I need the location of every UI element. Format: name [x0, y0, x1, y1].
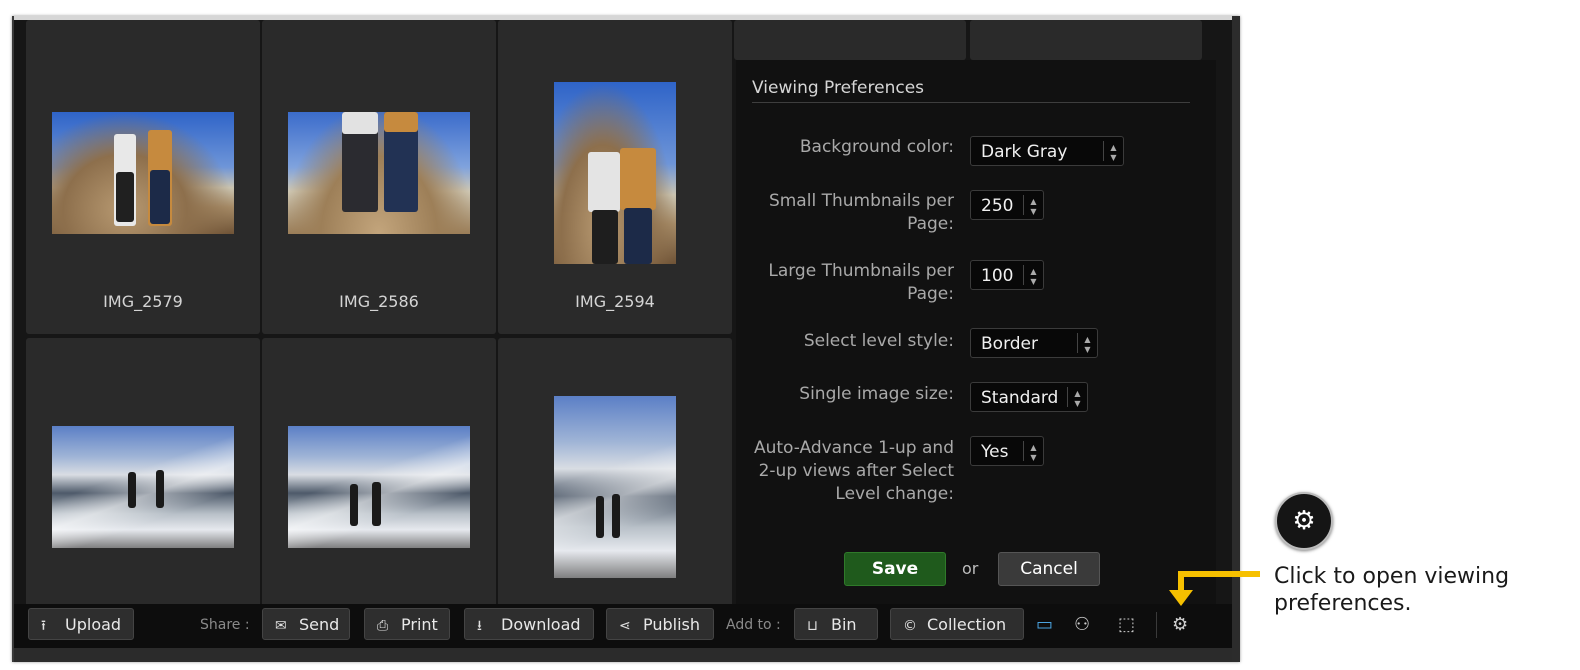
select-arrows-icon: ▲ ▼ — [1023, 441, 1043, 462]
thumbnail-tile[interactable]: IMG_2586 — [262, 20, 496, 334]
share-icon: ⋖ — [619, 618, 631, 634]
large-thumbnails-select[interactable]: 100 ▲ ▼ — [970, 260, 1044, 290]
thumbnail-image[interactable] — [554, 82, 676, 264]
printer-icon: ⎙ — [377, 618, 389, 634]
thumbnail-tile[interactable] — [498, 338, 732, 638]
bottom-toolbar: ⭱ Upload Share : ✉ Send ⎙ Print ⭳ Download ⋖… — [14, 604, 1232, 648]
select-arrows-icon: ▲ ▼ — [1103, 141, 1123, 162]
large-thumbnails-label: Large Thumbnails per Page: — [768, 261, 954, 304]
thumbnail-image[interactable] — [52, 112, 234, 234]
auto-advance-label: Auto-Advance 1-up and 2-up views after S… — [753, 438, 954, 504]
thumbnail-tile[interactable]: IMG_2579 — [26, 20, 260, 334]
thumbnail-image[interactable] — [554, 396, 676, 578]
compare-view-icon[interactable]: ⚇ — [1074, 614, 1090, 635]
bin-button[interactable]: ⊔ Bin — [794, 608, 878, 640]
thumbnail-tile[interactable] — [26, 338, 260, 638]
prefs-divider — [752, 102, 1190, 103]
download-button[interactable]: ⭳ Download — [464, 608, 594, 640]
thumbnail-caption: IMG_2594 — [575, 292, 655, 311]
thumbnail-tile[interactable] — [262, 338, 496, 638]
callout-text: Click to open viewing preferences. — [1274, 564, 1510, 616]
upload-button[interactable]: ⭱ Upload — [28, 608, 134, 640]
thumbnail-tile[interactable]: IMG_2594 — [498, 20, 732, 334]
toolbar-divider — [1156, 612, 1157, 638]
print-button[interactable]: ⎙ Print — [364, 608, 450, 640]
select-level-style-select[interactable]: Border ▲ ▼ — [970, 328, 1098, 358]
single-view-icon[interactable]: ▭ — [1036, 614, 1053, 635]
select-arrows-icon: ▲ ▼ — [1023, 195, 1043, 216]
gear-icon: ⚙ — [1275, 492, 1333, 550]
select-arrows-icon: ▲ ▼ — [1067, 387, 1087, 408]
background-color-select[interactable]: Dark Gray ▲ ▼ — [970, 136, 1124, 166]
or-text: or — [962, 559, 979, 578]
cancel-button[interactable]: Cancel — [998, 552, 1100, 586]
share-label: Share : — [200, 617, 250, 633]
collection-icon: © — [903, 618, 917, 634]
upload-icon: ⭱ — [41, 618, 46, 634]
save-button[interactable]: Save — [844, 552, 946, 586]
background-color-label: Background color: — [799, 137, 954, 157]
viewing-preferences-panel: Viewing Preferences Background color: Da… — [736, 60, 1216, 606]
select-level-style-label: Select level style: — [803, 331, 954, 351]
window-bottom-border — [14, 648, 1232, 662]
thumbnail-caption: IMG_2579 — [103, 292, 183, 311]
thumbnail-tile-hidden — [734, 20, 966, 60]
callout-arrow-head-icon — [1169, 590, 1193, 606]
photo-app-window: IMG_2579 IMG_2586 IMG_2594 Viewing Prefe… — [12, 16, 1240, 662]
thumbnail-image[interactable] — [288, 426, 470, 548]
collection-button[interactable]: © Collection — [890, 608, 1024, 640]
download-icon: ⭳ — [477, 618, 482, 634]
thumbnail-image[interactable] — [288, 112, 470, 234]
callout-arrow — [1178, 571, 1260, 577]
add-to-label: Add to : — [726, 617, 781, 633]
publish-button[interactable]: ⋖ Publish — [606, 608, 714, 640]
thumbnail-caption: IMG_2586 — [339, 292, 419, 311]
grid-view-icon[interactable]: ⬚ — [1118, 614, 1135, 635]
select-arrows-icon: ▲ ▼ — [1077, 333, 1097, 354]
send-button[interactable]: ✉ Send — [262, 608, 350, 640]
envelope-icon: ✉ — [275, 618, 287, 634]
single-image-size-label: Single image size: — [799, 384, 954, 404]
basket-icon: ⊔ — [807, 618, 818, 634]
prefs-title: Viewing Preferences — [752, 78, 925, 98]
small-thumbnails-label: Small Thumbnails per Page: — [768, 191, 954, 234]
thumbnail-tile-hidden — [970, 20, 1202, 60]
gear-icon[interactable]: ⚙ — [1172, 614, 1188, 635]
select-arrows-icon: ▲ ▼ — [1023, 265, 1043, 286]
thumbnail-image[interactable] — [52, 426, 234, 548]
auto-advance-select[interactable]: Yes ▲ ▼ — [970, 436, 1044, 466]
single-image-size-select[interactable]: Standard ▲ ▼ — [970, 382, 1088, 412]
small-thumbnails-select[interactable]: 250 ▲ ▼ — [970, 190, 1044, 220]
